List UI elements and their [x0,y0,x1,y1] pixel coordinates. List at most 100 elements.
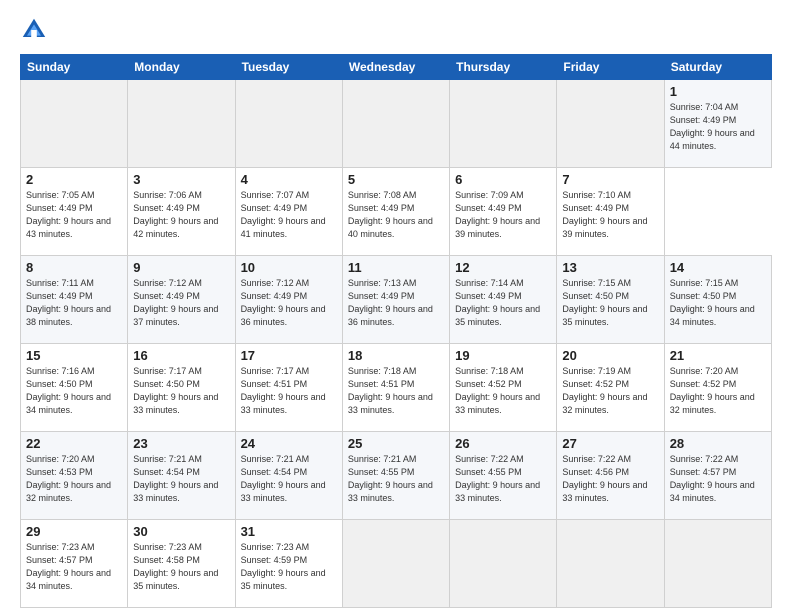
day-number: 10 [241,260,337,275]
day-info: Sunrise: 7:04 AMSunset: 4:49 PMDaylight:… [670,101,766,153]
calendar-cell: 28Sunrise: 7:22 AMSunset: 4:57 PMDayligh… [664,432,771,520]
calendar-cell: 5 Sunrise: 7:08 AMSunset: 4:49 PMDaylight… [342,168,449,256]
day-number: 21 [670,348,766,363]
day-number: 3 [133,172,229,187]
day-number: 5 [348,172,444,187]
day-info: Sunrise: 7:11 AMSunset: 4:49 PMDaylight:… [26,277,122,329]
day-info: Sunrise: 7:15 AMSunset: 4:50 PMDaylight:… [670,277,766,329]
calendar-cell: 3 Sunrise: 7:06 AMSunset: 4:49 PMDaylight… [128,168,235,256]
day-number: 16 [133,348,229,363]
calendar-cell: 27 Sunrise: 7:22 AMSunset: 4:56 PMDayligh… [557,432,664,520]
weekday-header-tuesday: Tuesday [235,55,342,80]
calendar-cell [342,80,449,168]
calendar-cell [450,80,557,168]
day-info: Sunrise: 7:12 AMSunset: 4:49 PMDaylight:… [241,277,337,329]
calendar-cell: 10 Sunrise: 7:12 AMSunset: 4:49 PMDayligh… [235,256,342,344]
calendar-week-1: 2Sunrise: 7:05 AMSunset: 4:49 PMDaylight… [21,168,772,256]
day-number: 19 [455,348,551,363]
day-info: Sunrise: 7:17 AMSunset: 4:50 PMDaylight:… [133,365,229,417]
page: SundayMondayTuesdayWednesdayThursdayFrid… [0,0,792,612]
calendar-cell: 18Sunrise: 7:18 AMSunset: 4:51 PMDayligh… [342,344,449,432]
day-number: 25 [348,436,444,451]
calendar-table: SundayMondayTuesdayWednesdayThursdayFrid… [20,54,772,608]
day-number: 26 [455,436,551,451]
day-info: Sunrise: 7:12 AMSunset: 4:49 PMDaylight:… [133,277,229,329]
calendar-cell: 21 Sunrise: 7:20 AMSunset: 4:52 PMDayligh… [664,344,771,432]
day-info: Sunrise: 7:21 AMSunset: 4:54 PMDaylight:… [241,453,337,505]
day-info: Sunrise: 7:13 AMSunset: 4:49 PMDaylight:… [348,277,444,329]
logo-icon [20,16,48,44]
day-number: 22 [26,436,122,451]
day-info: Sunrise: 7:05 AMSunset: 4:49 PMDaylight:… [26,189,122,241]
day-info: Sunrise: 7:23 AMSunset: 4:58 PMDaylight:… [133,541,229,593]
calendar-cell [557,80,664,168]
calendar-header: SundayMondayTuesdayWednesdayThursdayFrid… [21,55,772,80]
day-number: 27 [562,436,658,451]
day-info: Sunrise: 7:07 AMSunset: 4:49 PMDaylight:… [241,189,337,241]
weekday-row: SundayMondayTuesdayWednesdayThursdayFrid… [21,55,772,80]
day-info: Sunrise: 7:20 AMSunset: 4:53 PMDaylight:… [26,453,122,505]
calendar-cell: 16 Sunrise: 7:17 AMSunset: 4:50 PMDayligh… [128,344,235,432]
calendar-week-0: 1 Sunrise: 7:04 AMSunset: 4:49 PMDaylight… [21,80,772,168]
day-number: 9 [133,260,229,275]
calendar-cell [557,520,664,608]
day-info: Sunrise: 7:09 AMSunset: 4:49 PMDaylight:… [455,189,551,241]
calendar-cell: 9 Sunrise: 7:12 AMSunset: 4:49 PMDaylight… [128,256,235,344]
day-info: Sunrise: 7:22 AMSunset: 4:57 PMDaylight:… [670,453,766,505]
day-number: 7 [562,172,658,187]
calendar-cell [664,520,771,608]
calendar-cell: 15 Sunrise: 7:16 AMSunset: 4:50 PMDayligh… [21,344,128,432]
calendar-cell: 25 Sunrise: 7:21 AMSunset: 4:55 PMDayligh… [342,432,449,520]
day-info: Sunrise: 7:17 AMSunset: 4:51 PMDaylight:… [241,365,337,417]
calendar-cell: 22 Sunrise: 7:20 AMSunset: 4:53 PMDayligh… [21,432,128,520]
day-number: 23 [133,436,229,451]
day-info: Sunrise: 7:22 AMSunset: 4:56 PMDaylight:… [562,453,658,505]
calendar-cell: 26 Sunrise: 7:22 AMSunset: 4:55 PMDayligh… [450,432,557,520]
day-number: 15 [26,348,122,363]
day-info: Sunrise: 7:20 AMSunset: 4:52 PMDaylight:… [670,365,766,417]
day-number: 4 [241,172,337,187]
weekday-header-thursday: Thursday [450,55,557,80]
day-number: 17 [241,348,337,363]
logo [20,16,52,44]
day-number: 30 [133,524,229,539]
day-info: Sunrise: 7:22 AMSunset: 4:55 PMDaylight:… [455,453,551,505]
day-number: 31 [241,524,337,539]
day-number: 1 [670,84,766,99]
calendar-cell: 19 Sunrise: 7:18 AMSunset: 4:52 PMDayligh… [450,344,557,432]
header [20,16,772,44]
weekday-header-friday: Friday [557,55,664,80]
day-number: 13 [562,260,658,275]
day-info: Sunrise: 7:06 AMSunset: 4:49 PMDaylight:… [133,189,229,241]
day-info: Sunrise: 7:23 AMSunset: 4:57 PMDaylight:… [26,541,122,593]
calendar-cell [342,520,449,608]
day-number: 6 [455,172,551,187]
day-number: 11 [348,260,444,275]
weekday-header-saturday: Saturday [664,55,771,80]
day-info: Sunrise: 7:16 AMSunset: 4:50 PMDaylight:… [26,365,122,417]
calendar-cell [450,520,557,608]
calendar-cell [128,80,235,168]
day-number: 12 [455,260,551,275]
day-info: Sunrise: 7:08 AMSunset: 4:49 PMDaylight:… [348,189,444,241]
calendar-cell: 14 Sunrise: 7:15 AMSunset: 4:50 PMDayligh… [664,256,771,344]
weekday-header-monday: Monday [128,55,235,80]
day-number: 14 [670,260,766,275]
calendar-cell: 30 Sunrise: 7:23 AMSunset: 4:58 PMDayligh… [128,520,235,608]
calendar-cell: 7Sunrise: 7:10 AMSunset: 4:49 PMDaylight… [557,168,664,256]
calendar-cell: 11 Sunrise: 7:13 AMSunset: 4:49 PMDayligh… [342,256,449,344]
day-info: Sunrise: 7:21 AMSunset: 4:55 PMDaylight:… [348,453,444,505]
calendar-cell: 2Sunrise: 7:05 AMSunset: 4:49 PMDaylight… [21,168,128,256]
day-info: Sunrise: 7:23 AMSunset: 4:59 PMDaylight:… [241,541,337,593]
calendar-cell: 1 Sunrise: 7:04 AMSunset: 4:49 PMDaylight… [664,80,771,168]
calendar-cell: 29Sunrise: 7:23 AMSunset: 4:57 PMDayligh… [21,520,128,608]
calendar-cell: 24Sunrise: 7:21 AMSunset: 4:54 PMDayligh… [235,432,342,520]
calendar-week-2: 8Sunrise: 7:11 AMSunset: 4:49 PMDaylight… [21,256,772,344]
calendar-cell: 8Sunrise: 7:11 AMSunset: 4:49 PMDaylight… [21,256,128,344]
calendar-cell [21,80,128,168]
calendar-cell: 17 Sunrise: 7:17 AMSunset: 4:51 PMDayligh… [235,344,342,432]
calendar-week-4: 22 Sunrise: 7:20 AMSunset: 4:53 PMDayligh… [21,432,772,520]
day-number: 20 [562,348,658,363]
day-info: Sunrise: 7:18 AMSunset: 4:51 PMDaylight:… [348,365,444,417]
day-info: Sunrise: 7:18 AMSunset: 4:52 PMDaylight:… [455,365,551,417]
